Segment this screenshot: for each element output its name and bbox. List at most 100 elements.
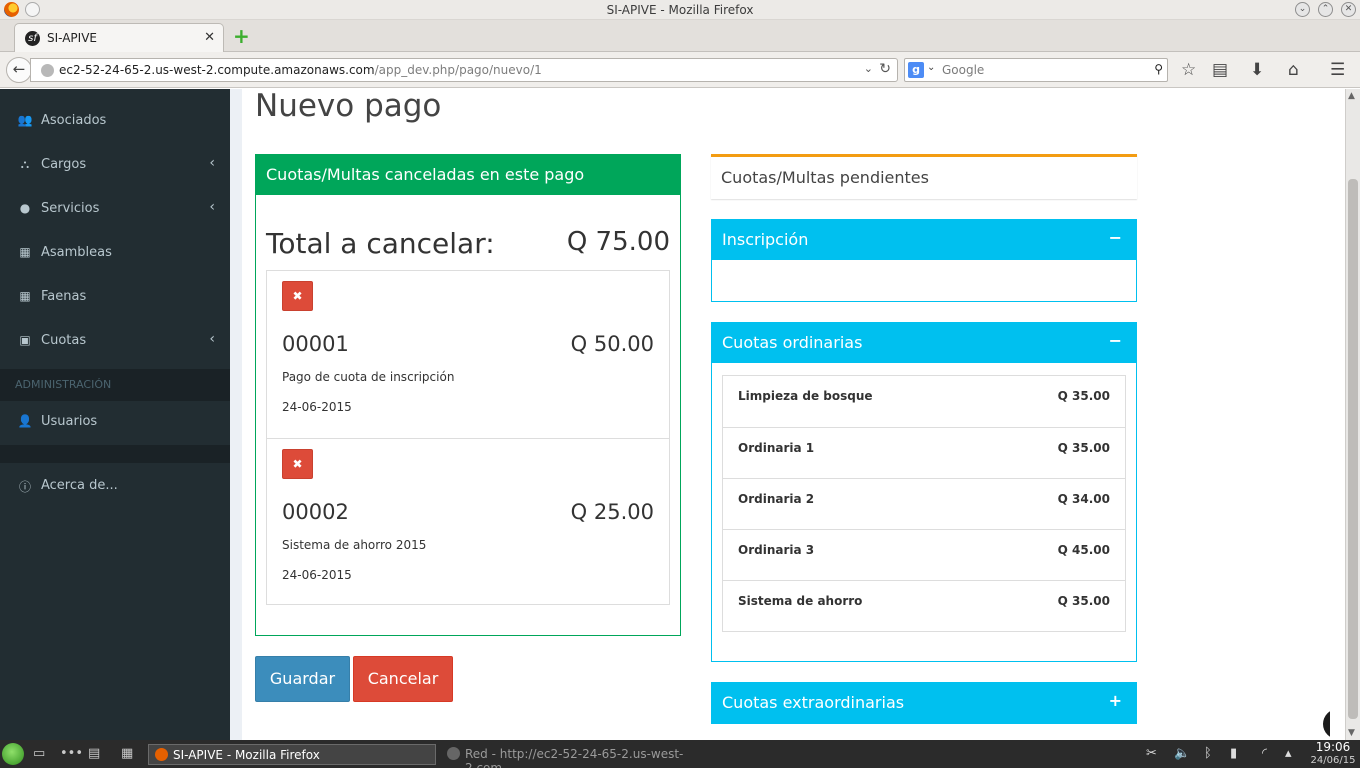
total-value: Q 75.00	[566, 227, 670, 257]
reload-icon[interactable]: ↻	[879, 61, 891, 77]
collapse-icon[interactable]: −	[1109, 331, 1122, 350]
battery-icon[interactable]: ▮	[1230, 746, 1237, 761]
collapse-icon[interactable]: −	[1109, 228, 1122, 247]
sidebar-item-cuotas[interactable]: ▣ Cuotas ‹	[0, 319, 230, 363]
browser-tab[interactable]: sf SI-APIVE ✕	[14, 23, 224, 52]
total-label: Total a cancelar:	[266, 227, 495, 260]
list-item: ✖ 00001 Q 50.00 Pago de cuota de inscrip…	[267, 271, 669, 438]
pending-box: Cuotas/Multas pendientes	[711, 154, 1137, 199]
chevron-left-icon: ‹	[209, 331, 215, 347]
search-placeholder: Google	[942, 63, 985, 77]
expand-icon[interactable]: +	[1109, 691, 1122, 710]
fee-amount: Q 35.00	[1057, 594, 1110, 608]
accordion-inscripcion: Inscripción −	[711, 219, 1137, 302]
remove-item-button[interactable]: ✖	[282, 449, 313, 479]
minimize-button[interactable]: ⌄	[1295, 2, 1310, 17]
item-date: 24-06-2015	[282, 568, 352, 582]
bookmark-star-icon[interactable]: ☆	[1181, 60, 1196, 80]
scroll-up-icon[interactable]: ▲	[1348, 91, 1355, 101]
sidebar-item-servicios[interactable]: ● Servicios ‹	[0, 187, 230, 231]
chevron-left-icon: ‹	[209, 155, 215, 171]
bluetooth-icon[interactable]: ᛒ	[1204, 746, 1212, 761]
sidebar-item-label: Faenas	[41, 289, 87, 304]
accordion-title: Cuotas ordinarias	[722, 333, 863, 352]
sidebar: 👥 Asociados ⛬ Cargos ‹ ● Servicios ‹ ▦ A…	[0, 89, 230, 740]
calendar-icon: ▦	[19, 289, 31, 303]
accordion-title: Inscripción	[722, 230, 809, 249]
close-window-button[interactable]: ✕	[1341, 2, 1356, 17]
volume-icon[interactable]: 🔈	[1174, 746, 1190, 761]
workspace-icon[interactable]: ▤	[88, 746, 100, 761]
sidebar-item-asambleas[interactable]: ▦ Asambleas	[0, 231, 230, 275]
accordion-header[interactable]: Inscripción −	[712, 220, 1136, 260]
sidebar-item-cargos[interactable]: ⛬ Cargos ‹	[0, 143, 230, 187]
calendar-icon: ▦	[19, 245, 31, 259]
money-icon: ▣	[19, 333, 31, 347]
taskbar-task-network[interactable]: Red - http://ec2-52-24-65-2.us-west-2.co…	[441, 744, 726, 768]
url-dropdown-icon[interactable]: ⌄	[864, 62, 873, 75]
tab-label: SI-APIVE	[47, 31, 97, 45]
save-button[interactable]: Guardar	[255, 656, 350, 702]
sidebar-item-asociados[interactable]: 👥 Asociados	[0, 99, 230, 143]
accordion-header[interactable]: Cuotas ordinarias −	[712, 323, 1136, 363]
network-icon[interactable]: ◜	[1262, 746, 1267, 761]
accordion-header[interactable]: Cuotas extraordinarias +	[712, 683, 1136, 723]
home-icon[interactable]: ⌂	[1288, 60, 1299, 80]
sidebar-divider	[0, 445, 230, 463]
maximize-button[interactable]: ⌃	[1318, 2, 1333, 17]
sidebar-item-usuarios[interactable]: 👤 Usuarios	[0, 400, 230, 444]
url-bar[interactable]: ec2-52-24-65-2.us-west-2.compute.amazona…	[30, 58, 898, 82]
cancel-button[interactable]: Cancelar	[353, 656, 453, 702]
more-icon[interactable]: •••	[60, 746, 83, 761]
fee-amount: Q 35.00	[1057, 389, 1110, 403]
back-button[interactable]: ←	[6, 57, 32, 83]
url-host: ec2-52-24-65-2.us-west-2.compute.amazona…	[59, 63, 375, 77]
fee-row[interactable]: Ordinaria 1 Q 35.00	[723, 427, 1125, 478]
remove-item-button[interactable]: ✖	[282, 281, 313, 311]
sidebar-item-about[interactable]: ⓘ Acerca de...	[0, 464, 230, 508]
accordion-cuotas-ordinarias: Cuotas ordinarias − Limpieza de bosque Q…	[711, 322, 1137, 662]
tools-icon[interactable]: ✂	[1146, 746, 1157, 761]
fee-row[interactable]: Limpieza de bosque Q 35.00	[723, 376, 1125, 427]
start-menu-icon[interactable]	[2, 743, 24, 765]
desktop-icon[interactable]: ▭	[33, 746, 45, 761]
fee-amount: Q 34.00	[1057, 492, 1110, 506]
search-bar[interactable]: g ⌄ Google ⚲	[904, 58, 1168, 82]
new-tab-button[interactable]: +	[233, 24, 250, 48]
reading-list-icon[interactable]: ▤	[1212, 60, 1228, 80]
symfony-toolbar-icon[interactable]: sf	[1323, 709, 1330, 739]
tint-icon: ●	[19, 201, 31, 215]
item-amount: Q 25.00	[570, 500, 654, 524]
menu-icon[interactable]: ☰	[1330, 60, 1345, 80]
task-label: SI-APIVE - Mozilla Firefox	[173, 748, 320, 762]
sidebar-item-label: Usuarios	[41, 414, 98, 429]
binoculars-icon[interactable]: ⚲	[1154, 62, 1163, 76]
sidebar-section-header: ADMINISTRACIÓN	[0, 369, 230, 401]
calendar-app-icon[interactable]: ▦	[121, 746, 133, 761]
tray-arrow-icon[interactable]: ▴	[1285, 746, 1292, 761]
item-date: 24-06-2015	[282, 400, 352, 414]
paid-items-box: Cuotas/Multas canceladas en este pago To…	[255, 154, 681, 636]
scrollbar-thumb[interactable]	[1348, 179, 1358, 719]
info-circle-icon: ⓘ	[18, 480, 31, 494]
fee-name: Limpieza de bosque	[738, 389, 873, 403]
engine-dropdown-icon[interactable]: ⌄	[927, 62, 935, 73]
clock[interactable]: 19:06 24/06/15	[1308, 741, 1358, 767]
fee-row[interactable]: Ordinaria 2 Q 34.00	[723, 478, 1125, 529]
page-scrollbar[interactable]: ▲ ▼	[1345, 89, 1360, 740]
fee-row[interactable]: Sistema de ahorro Q 35.00	[723, 580, 1125, 631]
globe-icon	[41, 64, 54, 77]
taskbar-task-firefox[interactable]: SI-APIVE - Mozilla Firefox	[148, 744, 436, 765]
network-app-icon	[447, 747, 460, 760]
sidebar-item-faenas[interactable]: ▦ Faenas	[0, 275, 230, 319]
tab-close-icon[interactable]: ✕	[204, 30, 215, 45]
window-title: SI-APIVE - Mozilla Firefox	[606, 3, 754, 17]
fee-row[interactable]: Ordinaria 3 Q 45.00	[723, 529, 1125, 580]
scroll-down-icon[interactable]: ▼	[1348, 728, 1355, 738]
google-engine-icon[interactable]: g	[908, 62, 924, 78]
content-panel: Nuevo pago Cuotas/Multas canceladas en e…	[242, 89, 1330, 740]
download-icon[interactable]: ⬇	[1250, 60, 1264, 80]
fee-amount: Q 45.00	[1057, 543, 1110, 557]
sidebar-item-label: Asociados	[41, 113, 107, 128]
fee-amount: Q 35.00	[1057, 441, 1110, 455]
